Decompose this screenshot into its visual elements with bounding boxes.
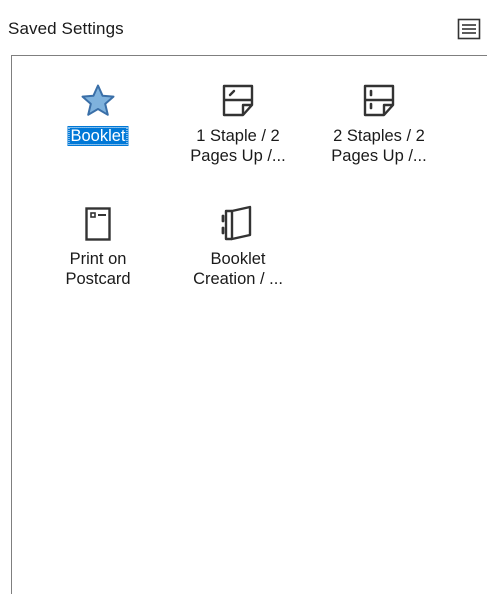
settings-item-label: Print on Postcard (65, 250, 131, 288)
booklet-creation-icon (221, 205, 252, 241)
view-menu-button[interactable] (456, 16, 482, 42)
postcard-icon (85, 207, 111, 241)
settings-item-postcard[interactable]: Print on Postcard (27, 204, 169, 324)
settings-item-label: 1 Staple / 2 Pages Up /... (190, 127, 286, 165)
settings-item-two-staples[interactable]: 2 Staples / 2 Pages Up /... (308, 81, 450, 201)
settings-item-label: Booklet (67, 126, 129, 146)
settings-item-label: 2 Staples / 2 Pages Up /... (331, 127, 427, 165)
one-staple-icon (222, 84, 254, 117)
settings-list-panel: Booklet 1 Staple / 2 Pages Up /... 2 Sta… (11, 55, 487, 594)
star-icon (81, 84, 115, 116)
settings-item-label: Booklet Creation / ... (193, 250, 283, 288)
saved-settings-pane: Saved Settings Booklet 1 Staple / 2 Page… (0, 0, 489, 594)
saved-settings-title: Saved Settings (8, 19, 124, 38)
list-view-icon (457, 18, 481, 40)
settings-item-booklet-creation[interactable]: Booklet Creation / ... (167, 204, 309, 324)
settings-item-booklet[interactable]: Booklet (27, 81, 169, 201)
two-staples-icon (363, 84, 395, 117)
settings-item-one-staple[interactable]: 1 Staple / 2 Pages Up /... (167, 81, 309, 201)
